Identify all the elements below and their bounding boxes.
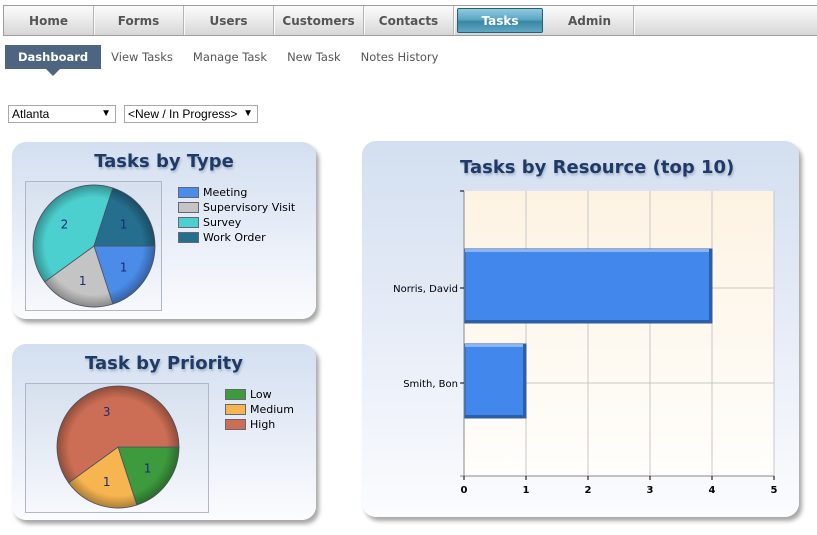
task-by-priority-panel: Task by Priority 1 1 3 Low Medium High bbox=[12, 344, 316, 520]
subnav-view-tasks[interactable]: View Tasks bbox=[101, 45, 183, 69]
tasks-by-resource-panel: Tasks by Resource (top 10) Norris, David… bbox=[362, 141, 799, 517]
x-tick-label: 0 bbox=[461, 485, 468, 496]
legend-swatch bbox=[178, 187, 199, 198]
tab-users[interactable]: Users bbox=[184, 6, 274, 35]
y-tick-label: Smith, Bon bbox=[403, 379, 458, 390]
legend-label: Survey bbox=[203, 216, 242, 229]
legend-label: Meeting bbox=[203, 186, 248, 199]
legend-item: High bbox=[225, 417, 294, 432]
tab-home[interactable]: Home bbox=[4, 6, 94, 35]
pie-data-label: 1 bbox=[103, 475, 111, 489]
x-tick-label: 2 bbox=[585, 485, 592, 496]
legend-label: High bbox=[250, 418, 276, 431]
main-nav: Home Forms Users Customers Contacts Task… bbox=[3, 5, 817, 36]
legend-label: Work Order bbox=[203, 231, 266, 244]
bar-norris-david[interactable] bbox=[464, 248, 713, 324]
tab-admin[interactable]: Admin bbox=[546, 6, 634, 35]
subnav-new-task[interactable]: New Task bbox=[277, 45, 351, 69]
subnav-dashboard[interactable]: Dashboard bbox=[5, 45, 102, 76]
legend-item: Survey bbox=[178, 215, 295, 230]
tasks-by-type-panel: Tasks by Type 1 1 2 1 Meeting Supervisory Vi… bbox=[12, 142, 316, 319]
bar-smith-bon[interactable] bbox=[464, 343, 527, 419]
legend-swatch bbox=[225, 404, 246, 415]
chart-legend: Low Medium High bbox=[225, 387, 294, 432]
legend-item: Work Order bbox=[178, 230, 295, 245]
status-select[interactable]: <New / In Progress> ▼ bbox=[124, 105, 258, 123]
legend-item: Medium bbox=[225, 402, 294, 417]
tab-tasks[interactable]: Tasks bbox=[457, 8, 543, 33]
task-by-priority-pie: 1 1 3 bbox=[56, 385, 180, 509]
x-tick-label: 5 bbox=[771, 485, 778, 496]
legend-item: Low bbox=[225, 387, 294, 402]
legend-label: Supervisory Visit bbox=[203, 201, 296, 214]
x-tick-label: 1 bbox=[523, 485, 530, 496]
legend-item: Meeting bbox=[178, 185, 295, 200]
pie-chart-area: 1 1 3 bbox=[25, 383, 209, 513]
legend-item: Supervisory Visit bbox=[178, 200, 295, 215]
legend-swatch bbox=[225, 389, 246, 400]
pie-data-label: 1 bbox=[144, 462, 152, 476]
chart-legend: Meeting Supervisory Visit Survey Work Order bbox=[178, 185, 295, 245]
tab-forms[interactable]: Forms bbox=[94, 6, 184, 35]
pie-data-label: 1 bbox=[79, 274, 87, 288]
pie-data-label: 1 bbox=[120, 261, 128, 275]
status-select-value: <New / In Progress> bbox=[128, 107, 238, 121]
tab-customers[interactable]: Customers bbox=[274, 6, 364, 35]
legend-swatch bbox=[178, 232, 199, 243]
y-tick-label: Norris, David bbox=[393, 284, 458, 295]
legend-swatch bbox=[178, 202, 199, 213]
x-tick-label: 4 bbox=[709, 485, 716, 496]
subnav-manage-task[interactable]: Manage Task bbox=[183, 45, 277, 69]
pie-data-label: 1 bbox=[120, 217, 128, 231]
tasks-by-type-pie: 1 1 2 1 bbox=[32, 184, 156, 308]
legend-label: Medium bbox=[250, 403, 294, 416]
chevron-down-icon: ▼ bbox=[243, 108, 253, 119]
x-tick-label: 3 bbox=[647, 485, 654, 496]
city-select[interactable]: Atlanta ▼ bbox=[8, 105, 116, 123]
subnav-notes-history[interactable]: Notes History bbox=[351, 45, 449, 69]
pie-data-label: 3 bbox=[103, 405, 111, 419]
legend-label: Low bbox=[250, 388, 272, 401]
tasks-by-resource-bar-chart: Norris, David Smith, Bon 0 1 2 3 4 5 bbox=[393, 190, 778, 496]
chevron-down-icon: ▼ bbox=[101, 108, 111, 119]
pie-chart-area: 1 1 2 1 bbox=[25, 181, 162, 311]
legend-swatch bbox=[225, 419, 246, 430]
chart-title: Task by Priority bbox=[85, 353, 243, 374]
legend-swatch bbox=[178, 217, 199, 228]
sub-nav: Dashboard View Tasks Manage Task New Tas… bbox=[5, 45, 449, 76]
plot-area bbox=[464, 191, 774, 476]
pie-data-label: 2 bbox=[61, 217, 69, 231]
city-select-value: Atlanta bbox=[12, 107, 50, 121]
chart-title: Tasks by Type bbox=[94, 151, 234, 172]
tab-contacts[interactable]: Contacts bbox=[364, 6, 454, 35]
